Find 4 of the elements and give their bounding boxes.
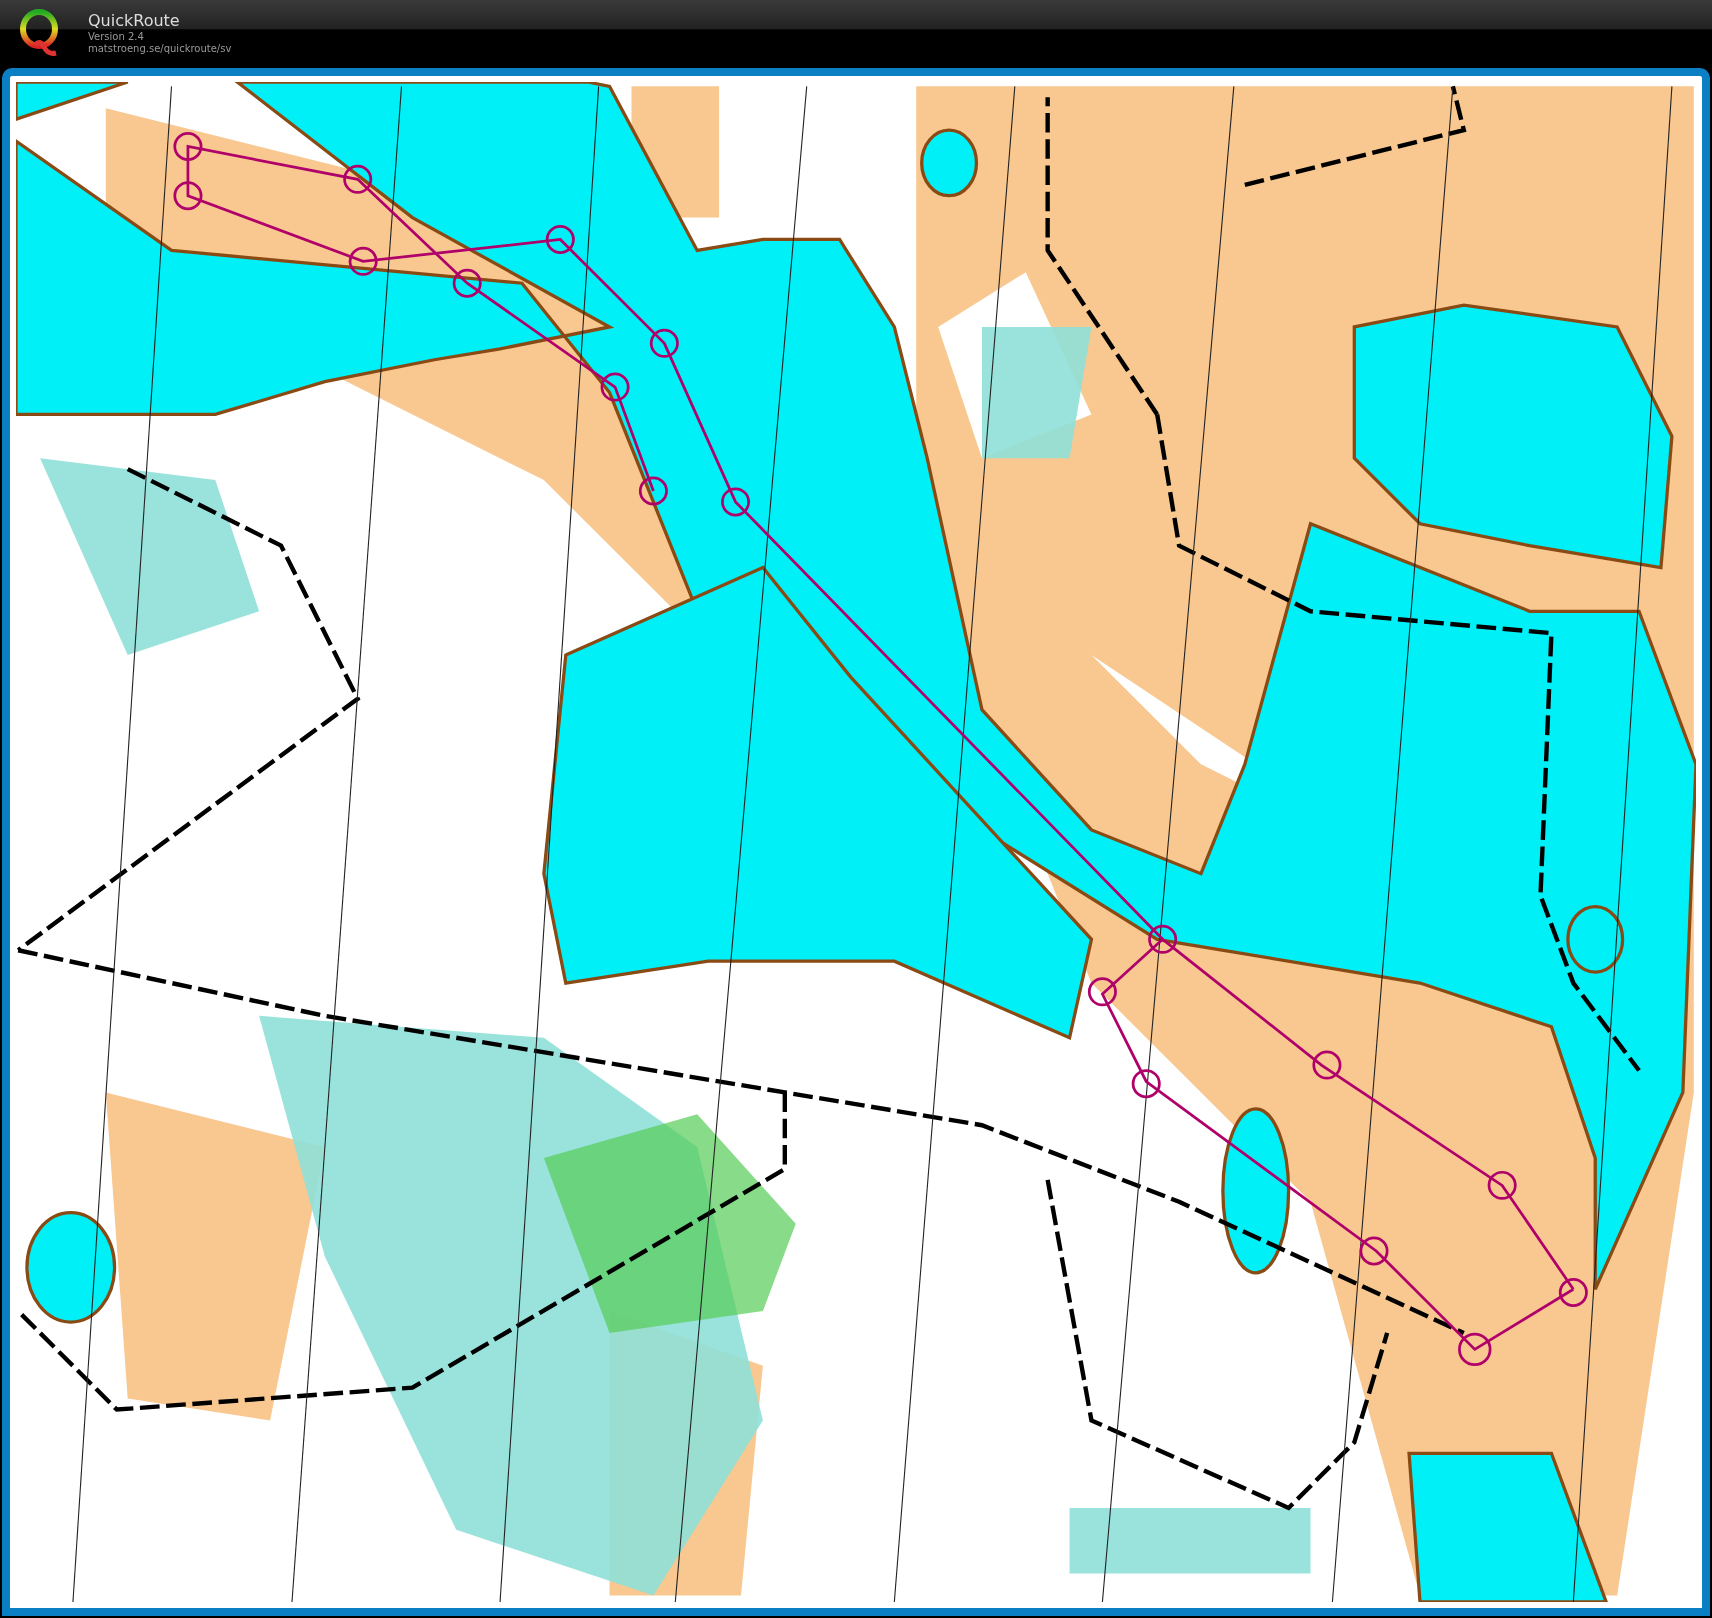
logo-icon <box>18 9 60 57</box>
app-title: QuickRoute <box>88 11 181 31</box>
website-url: matstroeng.se/quickroute/sv <box>88 43 232 55</box>
version-text: Version 2.4 <box>88 31 145 43</box>
